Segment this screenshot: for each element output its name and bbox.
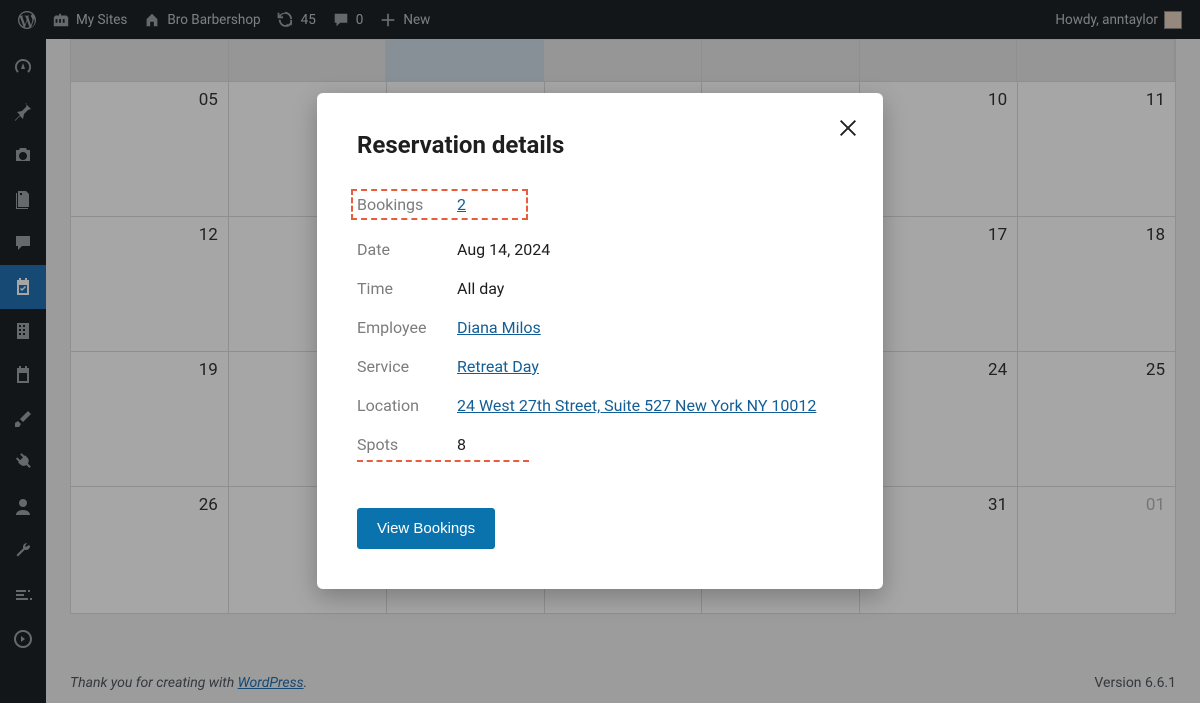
detail-row-spots: Spots 8 <box>357 435 529 462</box>
date-label: Date <box>357 240 457 259</box>
service-label: Service <box>357 357 457 376</box>
service-link[interactable]: Retreat Day <box>457 357 539 376</box>
spots-value: 8 <box>457 435 466 454</box>
employee-label: Employee <box>357 318 457 337</box>
location-link[interactable]: 24 West 27th Street, Suite 527 New York … <box>457 396 816 415</box>
details-list: Bookings 2 Date Aug 14, 2024 Time All da… <box>357 189 843 462</box>
reservation-details-modal: Reservation details Bookings 2 Date Aug … <box>317 93 883 589</box>
modal-title: Reservation details <box>357 131 843 159</box>
close-icon <box>837 117 859 139</box>
detail-row-time: Time All day <box>357 279 843 298</box>
location-label: Location <box>357 396 457 415</box>
detail-row-service: Service Retreat Day <box>357 357 843 376</box>
detail-row-employee: Employee Diana Milos <box>357 318 843 337</box>
time-label: Time <box>357 279 457 298</box>
bookings-link[interactable]: 2 <box>457 195 466 214</box>
employee-link[interactable]: Diana Milos <box>457 318 541 337</box>
bookings-label: Bookings <box>357 195 457 214</box>
detail-row-location: Location 24 West 27th Street, Suite 527 … <box>357 396 843 415</box>
date-value: Aug 14, 2024 <box>457 240 550 259</box>
close-button[interactable] <box>837 117 859 143</box>
time-value: All day <box>457 279 504 298</box>
detail-row-bookings: Bookings 2 <box>357 189 843 220</box>
spots-label: Spots <box>357 435 457 454</box>
view-bookings-button[interactable]: View Bookings <box>357 508 495 549</box>
detail-row-date: Date Aug 14, 2024 <box>357 240 843 259</box>
